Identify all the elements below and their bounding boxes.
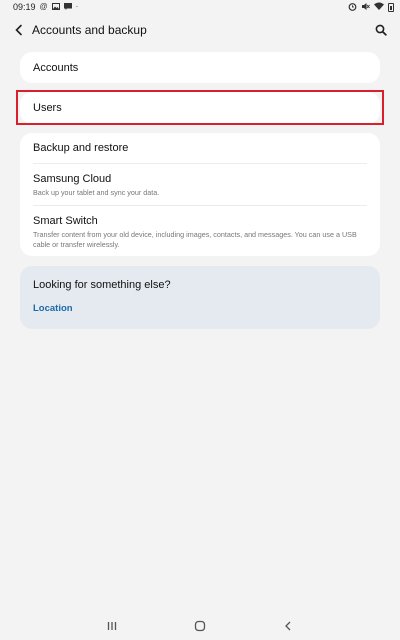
mute-icon bbox=[361, 2, 370, 13]
wifi-icon bbox=[374, 2, 384, 12]
samsung-cloud-item[interactable]: Samsung Cloud Back up your tablet and sy… bbox=[33, 173, 367, 198]
smart-switch-title: Smart Switch bbox=[33, 215, 98, 227]
recents-button[interactable] bbox=[100, 618, 124, 634]
backup-card: Backup and restore Samsung Cloud Back up… bbox=[20, 133, 380, 256]
users-item[interactable]: Users bbox=[20, 92, 380, 124]
suggestions-title: Looking for something else? bbox=[33, 279, 171, 291]
back-button[interactable] bbox=[9, 20, 29, 40]
search-button[interactable] bbox=[371, 20, 391, 40]
backup-restore-title: Backup and restore bbox=[33, 142, 129, 154]
users-card: Users bbox=[20, 92, 380, 124]
home-icon bbox=[194, 620, 206, 632]
users-label: Users bbox=[33, 102, 62, 114]
search-icon bbox=[375, 24, 387, 36]
alarm-icon bbox=[348, 2, 357, 13]
recents-icon bbox=[107, 622, 117, 630]
app-bar: Accounts and backup bbox=[0, 14, 400, 46]
message-icon bbox=[63, 2, 72, 12]
smart-switch-subtitle: Transfer content from your old device, i… bbox=[33, 230, 357, 249]
smart-switch-item[interactable]: Smart Switch Transfer content from your … bbox=[33, 215, 367, 250]
chevron-left-icon bbox=[15, 24, 22, 36]
divider bbox=[33, 205, 367, 206]
home-button[interactable] bbox=[188, 618, 212, 634]
accounts-item[interactable]: Accounts bbox=[20, 52, 380, 83]
location-link[interactable]: Location bbox=[33, 303, 73, 314]
nav-back-button[interactable] bbox=[276, 618, 300, 634]
accounts-label: Accounts bbox=[33, 61, 79, 74]
status-bar: 09:19 @ · bbox=[0, 0, 400, 14]
status-time: 09:19 bbox=[13, 2, 36, 12]
at-icon: @ bbox=[39, 2, 48, 11]
suggestions-card: Looking for something else? Location bbox=[20, 266, 380, 329]
navigation-bar bbox=[0, 612, 400, 640]
back-icon bbox=[285, 621, 291, 631]
samsung-cloud-subtitle: Back up your tablet and sync your data. bbox=[33, 188, 160, 197]
status-right bbox=[348, 2, 394, 13]
page-title: Accounts and backup bbox=[32, 23, 147, 37]
divider bbox=[33, 163, 367, 164]
battery-icon bbox=[388, 2, 394, 12]
samsung-cloud-title: Samsung Cloud bbox=[33, 173, 112, 185]
status-left: 09:19 @ · bbox=[13, 2, 78, 12]
backup-restore-item[interactable]: Backup and restore bbox=[33, 142, 367, 154]
accounts-card: Accounts bbox=[20, 52, 380, 83]
dot-icon: · bbox=[75, 2, 79, 11]
image-icon bbox=[51, 2, 60, 12]
